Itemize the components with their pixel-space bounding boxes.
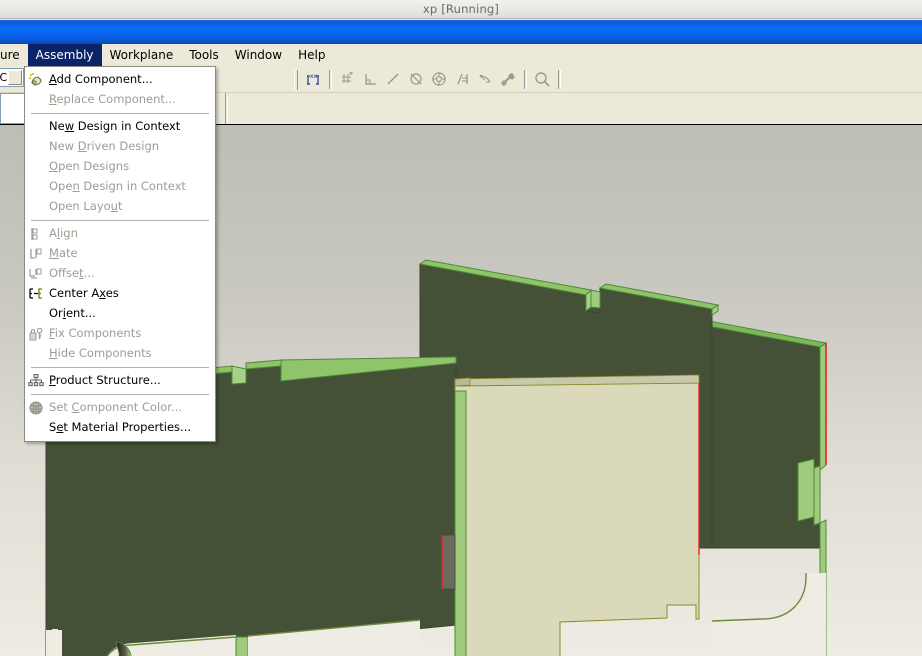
menu-window[interactable]: Window — [227, 44, 290, 66]
toolbar-separator — [524, 70, 527, 89]
menuitem-add-component[interactable]: Add Component... — [25, 70, 215, 90]
menuitem-offset-label: Offset... — [49, 266, 95, 281]
dimension-tangent-icon[interactable] — [474, 69, 497, 91]
menuitem-open-designs: Open Designs — [25, 157, 215, 177]
menu-bar: ure Assembly Workplane Tools Window Help — [0, 44, 922, 66]
menuitem-mate-label: Mate — [49, 246, 78, 261]
menuitem-set-component-color: Set Component Color... — [25, 398, 215, 418]
menuitem-hide-components: Hide Components — [25, 344, 215, 364]
menu-separator — [31, 367, 209, 368]
dimension-arc-icon[interactable] — [405, 69, 428, 91]
menuitem-icon-placeholder — [25, 118, 47, 136]
menuitem-replace-component: Replace Component... — [25, 90, 215, 110]
dimension-circle-icon[interactable] — [428, 69, 451, 91]
vm-title-text: xp [Running] — [422, 2, 500, 16]
menuitem-fix-components-label: Fix Components — [49, 326, 142, 341]
menuitem-icon-placeholder — [25, 345, 47, 363]
menu-workplane[interactable]: Workplane — [102, 44, 182, 66]
lock-key-icon — [25, 325, 47, 343]
constraint-toolbar: xx — [290, 66, 565, 93]
menuitem-open-designs-label: Open Designs — [49, 159, 130, 174]
align-icon — [25, 225, 47, 243]
menuitem-new-driven-design-label: New Driven Design — [49, 139, 160, 154]
toolbar-drag-handle[interactable] — [294, 69, 298, 90]
add-component-icon — [25, 71, 47, 89]
toolbar-separator — [558, 70, 561, 89]
dimension-angle-corner-icon[interactable] — [359, 69, 382, 91]
menuitem-set-material-properties-label: Set Material Properties... — [49, 420, 192, 435]
menuitem-orient-label: Orient... — [49, 306, 96, 321]
menuitem-fix-components: Fix Components — [25, 324, 215, 344]
menuitem-icon-placeholder — [25, 178, 47, 196]
menu-separator — [31, 394, 209, 395]
color-sphere-icon — [25, 399, 47, 417]
model-right-notches — [797, 458, 815, 522]
model-front-center-panel — [454, 374, 700, 656]
center-axes-icon — [25, 285, 47, 303]
menuitem-icon-placeholder — [25, 91, 47, 109]
view-mode-combobox-value: ove C — [0, 71, 8, 84]
menuitem-replace-component-label: Replace Component... — [49, 92, 176, 107]
menuitem-add-component-label: Add Component... — [49, 72, 153, 87]
menuitem-hide-components-label: Hide Components — [49, 346, 152, 361]
offset-icon — [25, 265, 47, 283]
menuitem-open-design-in-context: Open Design in Context — [25, 177, 215, 197]
application-window: xp [Running] ure Assembly Workplane Tools Wi… — [0, 0, 922, 656]
menuitem-icon-placeholder — [25, 198, 47, 216]
menuitem-open-layout-label: Open Layout — [49, 199, 123, 214]
menuitem-set-material-properties[interactable]: Set Material Properties... — [25, 418, 215, 438]
menuitem-icon-placeholder — [25, 138, 47, 156]
menuitem-align-label: Align — [49, 226, 78, 241]
menu-separator — [31, 220, 209, 221]
menuitem-new-driven-design: New Driven Design — [25, 137, 215, 157]
menuitem-offset: Offset... — [25, 264, 215, 284]
menuitem-mate: Mate — [25, 244, 215, 264]
menuitem-center-axes[interactable]: Center Axes — [25, 284, 215, 304]
menuitem-open-design-in-context-label: Open Design in Context — [49, 179, 186, 194]
menuitem-icon-placeholder — [25, 419, 47, 437]
menuitem-icon-placeholder — [25, 305, 47, 323]
menu-help[interactable]: Help — [290, 44, 333, 66]
product-structure-icon — [25, 372, 47, 390]
dimension-attach-icon[interactable] — [497, 69, 520, 91]
toolbar-separator — [329, 70, 332, 89]
menuitem-center-axes-label: Center Axes — [49, 286, 119, 301]
menuitem-orient[interactable]: Orient... — [25, 304, 215, 324]
menuitem-icon-placeholder — [25, 158, 47, 176]
menuitem-open-layout: Open Layout — [25, 197, 215, 217]
toolstrip-divider — [225, 93, 226, 124]
menuitem-align: Align — [25, 224, 215, 244]
zoom-icon[interactable] — [531, 69, 554, 91]
dimension-variable-icon[interactable]: xx — [302, 69, 325, 91]
menuitem-product-structure[interactable]: Product Structure... — [25, 371, 215, 391]
window-caption-bar[interactable] — [0, 20, 922, 44]
menuitem-new-design-in-context[interactable]: New Design in Context — [25, 117, 215, 137]
dimension-equal-icon[interactable] — [451, 69, 474, 91]
toolstrip-inner-edge — [227, 96, 921, 122]
view-mode-combobox[interactable]: ove C — [0, 68, 24, 87]
dimension-line-icon[interactable] — [382, 69, 405, 91]
menu-feature-clipped[interactable]: ure — [0, 44, 28, 66]
chevron-down-icon[interactable] — [8, 70, 22, 85]
menu-assembly[interactable]: Assembly — [27, 44, 102, 66]
assembly-dropdown-menu[interactable]: Add Component... Replace Component... New … — [24, 66, 216, 442]
menu-separator — [31, 113, 209, 114]
dimension-point-icon[interactable] — [336, 69, 359, 91]
menuitem-set-component-color-label: Set Component Color... — [49, 400, 182, 415]
mate-icon — [25, 245, 47, 263]
menuitem-new-design-in-context-label: New Design in Context — [49, 119, 181, 134]
vm-title-bar: xp [Running] — [0, 0, 922, 19]
menuitem-product-structure-label: Product Structure... — [49, 373, 161, 388]
menu-tools[interactable]: Tools — [181, 44, 227, 66]
